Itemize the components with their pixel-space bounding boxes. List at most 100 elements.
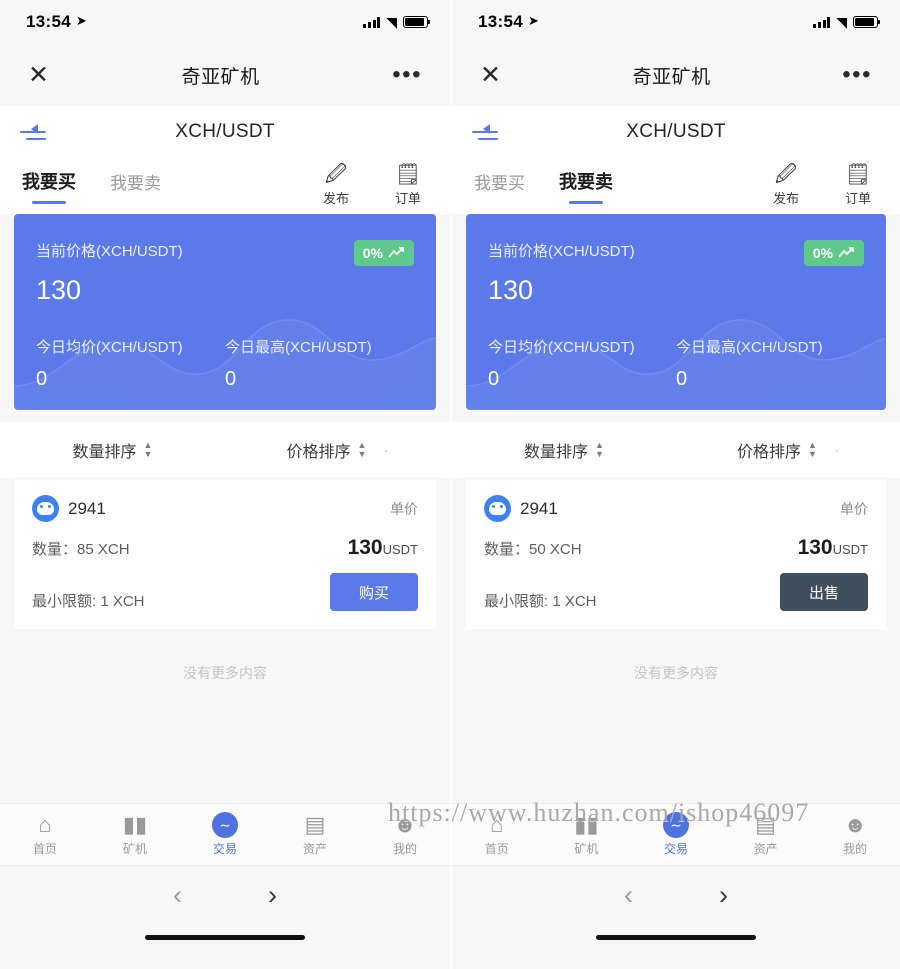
sort-by-price[interactable]: 价格排序 ▲ ▼ · [676, 438, 900, 462]
sort-by-price[interactable]: 价格排序 ▲ ▼ · [225, 438, 450, 462]
list-menu-icon[interactable] [20, 123, 46, 141]
offer-price-number: 130 [797, 536, 833, 559]
status-time: 13:54 [478, 12, 523, 31]
header-tools: 🖉 发布 🗒 订单 [762, 163, 882, 209]
status-bar-left: 13:54 ➤ [26, 12, 87, 32]
location-arrow-icon: ➤ [527, 13, 539, 28]
publish-pencil-icon: 🖉 [324, 162, 348, 186]
orders-label: 订单 [394, 191, 421, 207]
list-empty-space [0, 683, 450, 803]
high-price-label: 今日最高(XCH/USDT) [676, 339, 823, 356]
status-bar: 13:54 ➤ ◥ [0, 0, 450, 44]
sidebar-item-miner[interactable]: ▮▮ 矿机 [90, 812, 180, 857]
publish-button[interactable]: 🖉 发布 [762, 163, 810, 207]
bottom-tabbar: ⌂ 首页 ▮▮ 矿机 ∼ 交易 ▤ 资产 ☻ 我的 [0, 803, 450, 865]
user-avatar-icon [484, 495, 511, 522]
buy-button[interactable]: 购买 [330, 573, 418, 611]
battery-icon [853, 16, 881, 28]
sorter-row: 数量排序 ▲ ▼ 价格排序 ▲ ▼ · [452, 422, 900, 478]
orders-button[interactable]: 🗒 订单 [384, 163, 432, 207]
offer-amount: 数量：85 XCH [32, 541, 130, 558]
status-bar-right: ◥ [813, 15, 881, 29]
sort-dot: · [833, 441, 839, 459]
sort-by-amount[interactable]: 数量排序 ▲ ▼ [0, 438, 225, 462]
high-price-block: 今日最高(XCH/USDT) 0 [676, 336, 864, 391]
sort-by-amount[interactable]: 数量排序 ▲ ▼ [452, 438, 676, 462]
sidebar-item-assets[interactable]: ▤ 资产 [721, 812, 811, 857]
chevron-right-icon[interactable]: › [268, 880, 277, 911]
close-icon[interactable]: ✕ [28, 62, 49, 88]
trend-up-icon [388, 247, 404, 258]
sell-button[interactable]: 出售 [780, 573, 868, 611]
wallet-icon: ▤ [304, 812, 326, 837]
tab-buy[interactable]: 我要买 [474, 169, 525, 204]
buy-panel: 13:54 ➤ ◥ ✕ 奇亚矿机 ••• XCH/USDT 我要买 我要卖 🖉 … [0, 0, 450, 969]
close-icon[interactable]: ✕ [480, 62, 501, 88]
publish-button[interactable]: 🖉 发布 [312, 163, 360, 207]
header-tools: 🖉 发布 🗒 订单 [312, 163, 432, 209]
sort-updown-icon: ▲ ▼ [143, 440, 153, 459]
offer-footer: 最小限额: 1 XCH 购买 [32, 573, 418, 611]
current-price-value: 130 [36, 275, 82, 305]
cellular-signal-icon [363, 16, 381, 28]
sort-dot: · [383, 441, 389, 459]
chevron-right-icon[interactable]: › [719, 880, 728, 911]
offer-amount: 数量：50 XCH [484, 541, 582, 558]
sidebar-item-trade[interactable]: ∼ 交易 [631, 812, 721, 857]
sidebar-item-home[interactable]: ⌂ 首页 [452, 812, 542, 857]
ellipsis-icon[interactable]: ••• [392, 63, 422, 86]
list-item[interactable]: 2941 单价 数量：85 XCH 130USDT 最小限额: 1 XCH 购买 [14, 478, 436, 629]
app-header: XCH/USDT [452, 106, 900, 158]
chevron-left-icon[interactable]: ‹ [624, 880, 633, 911]
tab-buy[interactable]: 我要买 [22, 168, 76, 204]
current-price-label: 当前价格(XCH/USDT) [36, 243, 183, 260]
app-header: XCH/USDT [0, 106, 450, 158]
order-clipboard-icon: 🗒 [394, 162, 422, 186]
sidebar-item-profile[interactable]: ☻ 我的 [360, 812, 450, 857]
home-indicator-area [0, 925, 450, 963]
person-icon: ☻ [393, 812, 417, 837]
change-badge: 0% [803, 240, 864, 266]
tab-sell[interactable]: 我要卖 [110, 169, 161, 204]
wechat-navbar: ✕ 奇亚矿机 ••• [452, 44, 900, 106]
server-rack-icon: ▮▮ [122, 812, 148, 837]
server-rack-icon: ▮▮ [574, 812, 599, 837]
sidebar-item-home[interactable]: ⌂ 首页 [0, 812, 90, 857]
orders-button[interactable]: 🗒 订单 [834, 163, 882, 207]
location-arrow-icon: ➤ [75, 13, 87, 28]
sidebar-item-miner[interactable]: ▮▮ 矿机 [542, 812, 632, 857]
trade-tabs: 我要买 我要卖 [22, 168, 312, 204]
status-time: 13:54 [26, 12, 71, 31]
home-icon: ⌂ [38, 812, 52, 837]
price-card: 当前价格(XCH/USDT) 0% 130 今日均价(XCH/USDT) 0 今… [466, 214, 886, 410]
sidebar-item-assets[interactable]: ▤ 资产 [270, 812, 360, 857]
sort-updown-icon: ▲ ▼ [357, 440, 367, 459]
browser-navigation-bar: ‹ › [0, 865, 450, 925]
no-more-content: 没有更多内容 [0, 629, 450, 683]
offer-user-name: 2941 [520, 498, 558, 518]
chevron-left-icon[interactable]: ‹ [173, 880, 182, 911]
sidebar-item-trade[interactable]: ∼ 交易 [180, 812, 270, 857]
price-card-stats: 今日均价(XCH/USDT) 0 今日最高(XCH/USDT) 0 [488, 336, 864, 391]
avg-price-value: 0 [488, 368, 500, 390]
unit-price-label: 单价 [840, 500, 868, 517]
list-menu-icon[interactable] [472, 123, 498, 141]
price-card-wrap: 当前价格(XCH/USDT) 0% 130 今日均价(XCH/USDT) 0 今… [0, 214, 450, 410]
person-icon: ☻ [843, 812, 867, 837]
high-price-value: 0 [676, 368, 688, 390]
trading-pair-title: XCH/USDT [626, 121, 726, 142]
home-indicator-area [452, 925, 900, 963]
dual-phone-screenshot: 13:54 ➤ ◥ ✕ 奇亚矿机 ••• XCH/USDT 我要买 我要卖 🖉 … [0, 0, 900, 969]
offer-min-limit: 最小限额: 1 XCH [32, 593, 145, 610]
trade-tabs-row: 我要买 我要卖 🖉 发布 🗒 订单 [0, 158, 450, 214]
exchange-icon: ∼ [662, 812, 689, 838]
trade-tabs: 我要买 我要卖 [474, 168, 762, 204]
avg-price-label: 今日均价(XCH/USDT) [36, 339, 183, 356]
sidebar-item-profile[interactable]: ☻ 我的 [810, 812, 900, 857]
tab-sell[interactable]: 我要卖 [559, 168, 613, 204]
user-avatar-icon [32, 495, 59, 522]
ellipsis-icon[interactable]: ••• [842, 63, 872, 86]
list-item[interactable]: 2941 单价 数量：50 XCH 130USDT 最小限额: 1 XCH 出售 [466, 478, 886, 629]
high-price-value: 0 [225, 368, 237, 390]
offer-price-unit: USDT [382, 542, 418, 557]
